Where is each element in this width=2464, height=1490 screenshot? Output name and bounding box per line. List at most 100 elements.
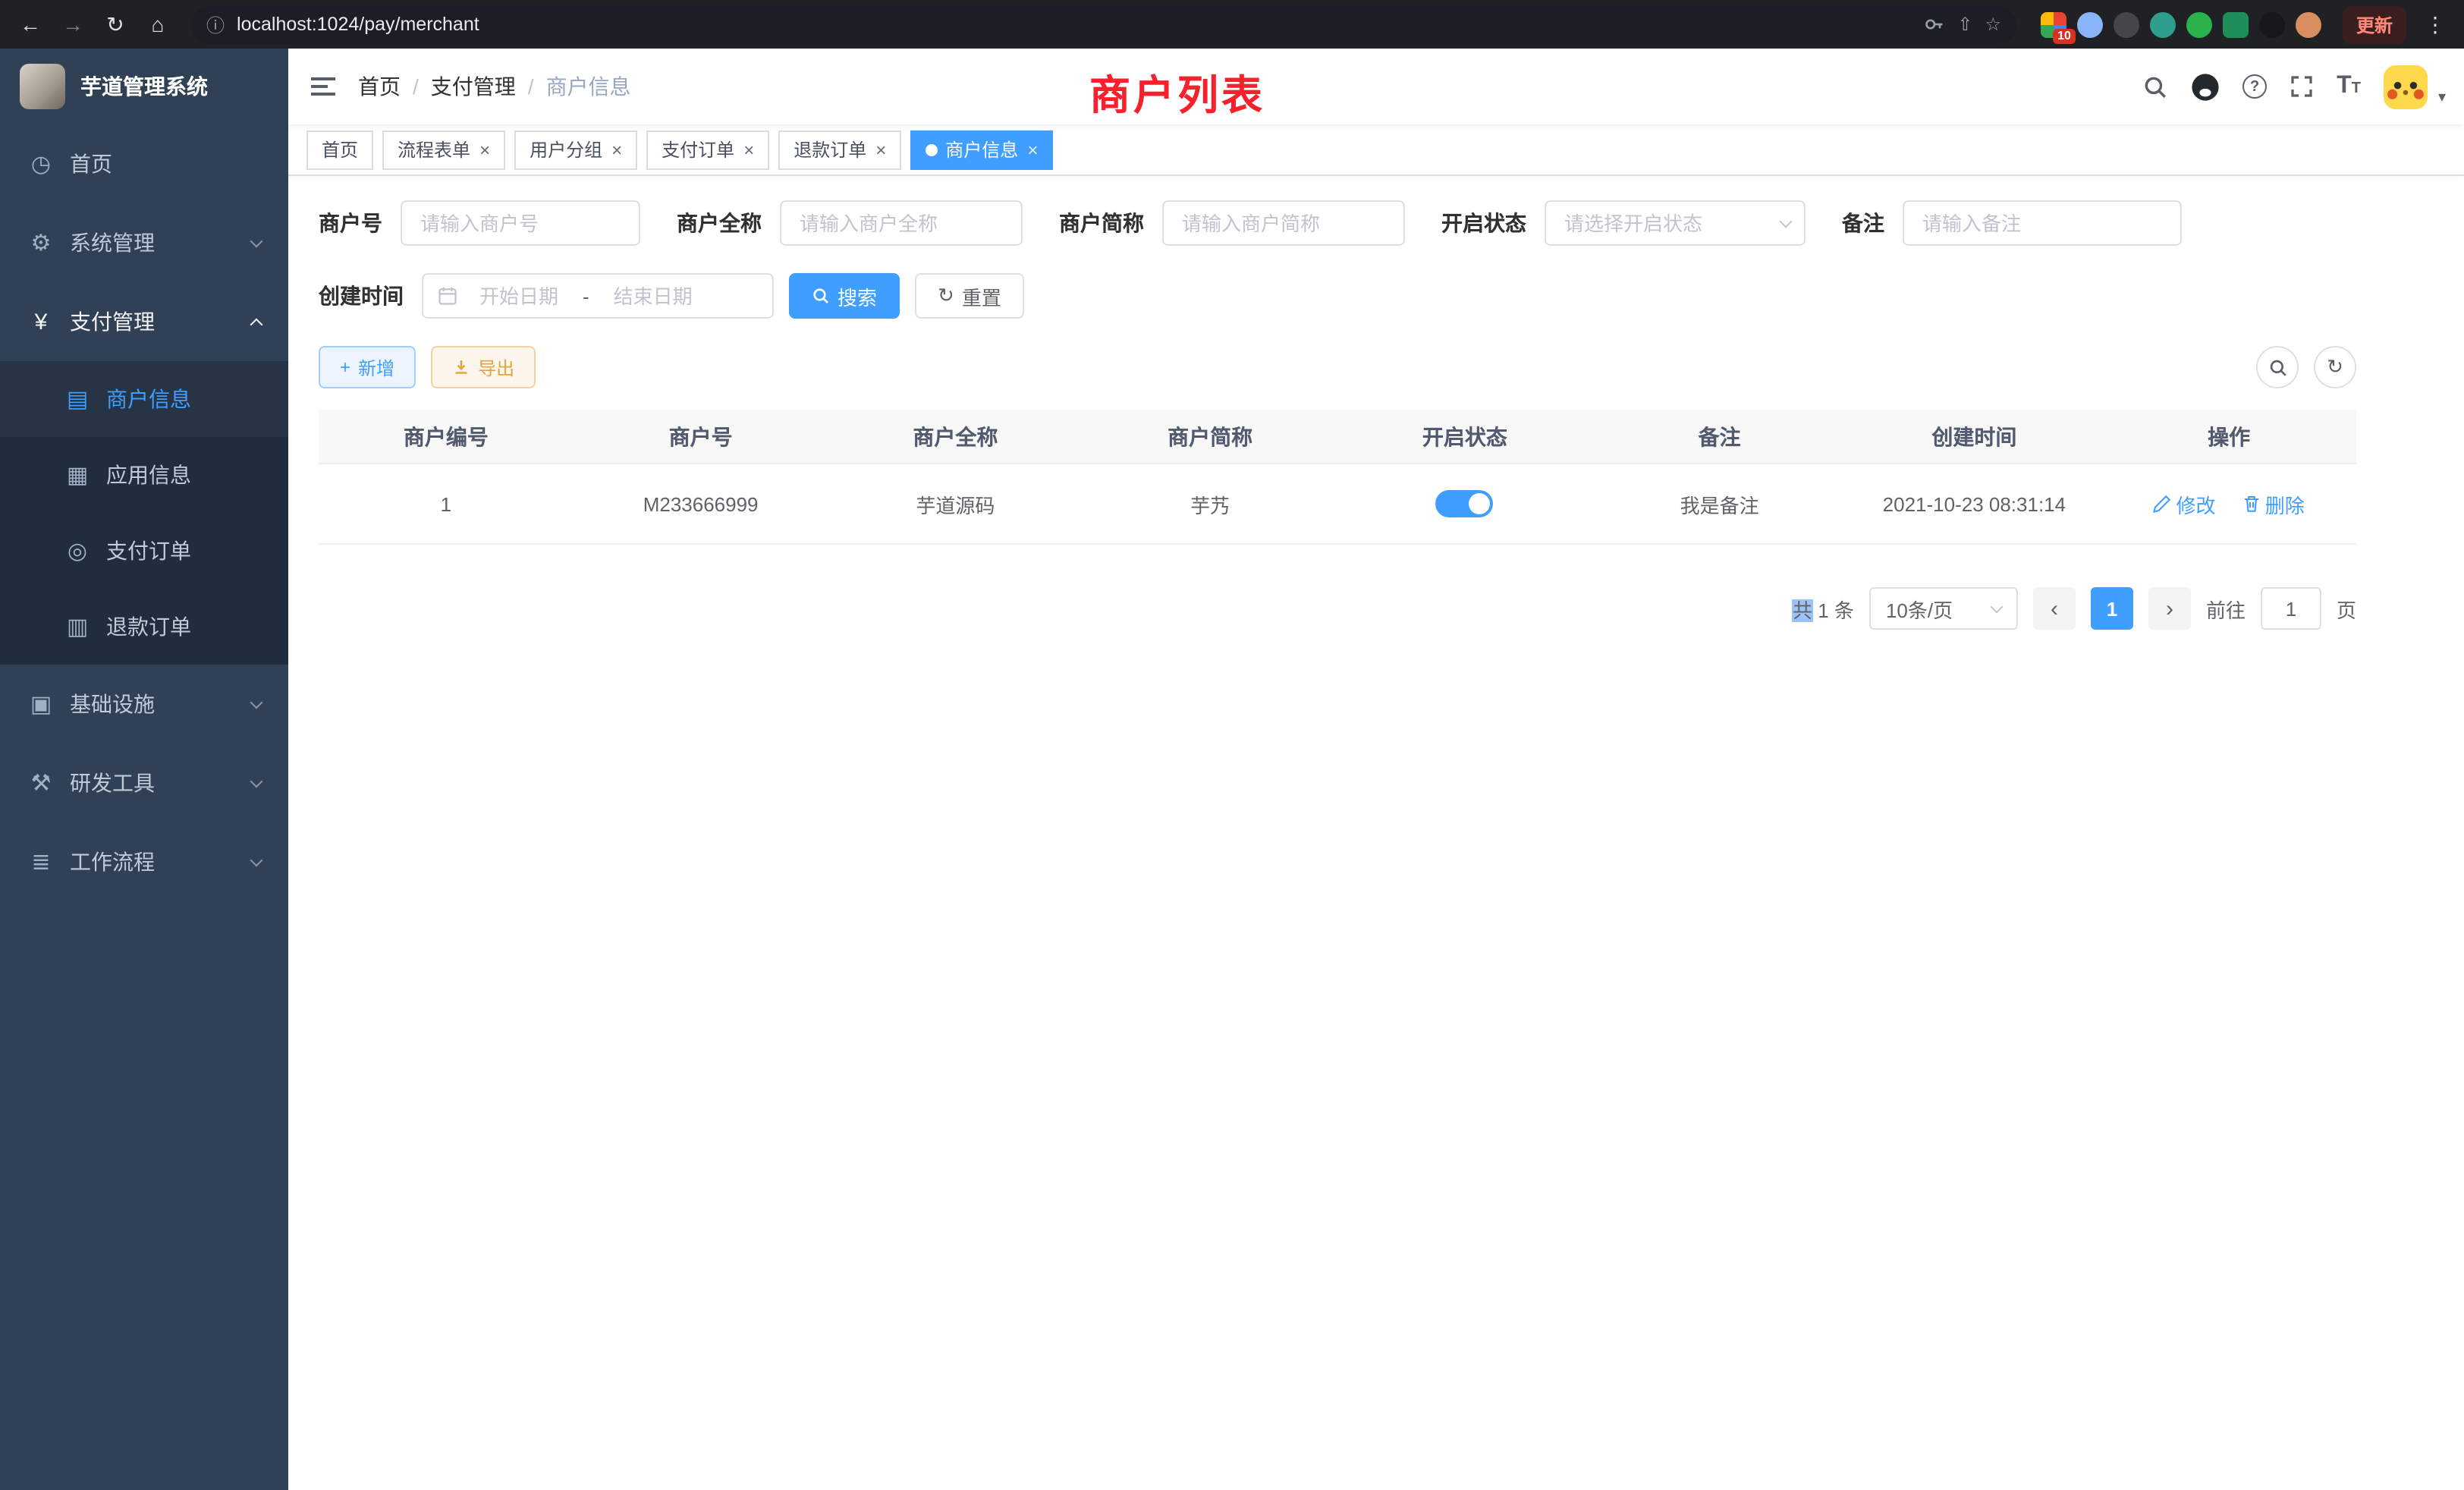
total-text: 共 1 条 bbox=[1793, 594, 1854, 623]
sidebar-item-pay-order[interactable]: ◎ 支付订单 bbox=[0, 513, 288, 589]
merchant-no-input[interactable] bbox=[401, 200, 640, 246]
tab-label: 支付订单 bbox=[662, 137, 734, 162]
menu-label: 应用信息 bbox=[106, 460, 191, 490]
merchant-name-input[interactable] bbox=[780, 200, 1023, 246]
profile-avatar-icon[interactable] bbox=[2296, 11, 2321, 37]
fullscreen-icon[interactable] bbox=[2290, 74, 2314, 99]
extension-drop-icon[interactable] bbox=[2077, 11, 2103, 37]
field-label: 商户全称 bbox=[677, 208, 762, 238]
avatar-caret-icon[interactable]: ▾ bbox=[2438, 89, 2446, 105]
site-info-icon[interactable]: ⓘ bbox=[206, 11, 225, 37]
close-icon[interactable]: × bbox=[1026, 140, 1038, 159]
sidebar-item-payment[interactable]: ¥ 支付管理 bbox=[0, 282, 288, 361]
payment-submenu: ▤ 商户信息 ▦ 应用信息 ◎ 支付订单 ▥ 退款订单 bbox=[0, 361, 288, 665]
hamburger-icon[interactable] bbox=[288, 77, 358, 96]
toolbar-right: ↻ bbox=[2256, 346, 2356, 388]
extension-green-icon[interactable] bbox=[2186, 11, 2212, 37]
gear-icon: ⚙ bbox=[27, 229, 55, 256]
user-avatar[interactable] bbox=[2384, 64, 2428, 108]
status-toggle[interactable] bbox=[1436, 490, 1494, 517]
extension-avatar-icon[interactable] bbox=[2150, 11, 2176, 37]
sidebar-item-home[interactable]: ◷ 首页 bbox=[0, 124, 288, 203]
help-icon[interactable]: ? bbox=[2242, 74, 2267, 99]
tab-refund-order[interactable]: 退款订单 × bbox=[778, 130, 901, 169]
tab-label: 流程表单 bbox=[398, 137, 470, 162]
breadcrumb-home[interactable]: 首页 bbox=[358, 71, 401, 102]
browser-home-icon[interactable]: ⌂ bbox=[140, 6, 176, 42]
search-icon[interactable] bbox=[2142, 74, 2168, 99]
bookmark-star-icon[interactable]: ☆ bbox=[1985, 14, 2001, 35]
chevron-down-icon bbox=[250, 853, 263, 866]
toggle-search-button[interactable] bbox=[2256, 346, 2299, 388]
close-icon[interactable]: × bbox=[874, 140, 886, 159]
end-date-input[interactable] bbox=[599, 284, 708, 307]
next-page-button[interactable]: › bbox=[2148, 587, 2191, 630]
browser-menu-icon[interactable]: ⋮ bbox=[2418, 11, 2452, 37]
sidebar-item-devtools[interactable]: ⚒ 研发工具 bbox=[0, 743, 288, 822]
delete-link[interactable]: 删除 bbox=[2242, 489, 2305, 518]
start-date-input[interactable] bbox=[464, 284, 574, 307]
date-range-picker[interactable]: - bbox=[422, 273, 774, 319]
tab-merchant-info[interactable]: 商户信息 × bbox=[910, 130, 1053, 169]
prev-page-button[interactable]: ‹ bbox=[2033, 587, 2076, 630]
export-button[interactable]: 导出 bbox=[431, 346, 536, 388]
cell-status bbox=[1337, 490, 1592, 517]
target-icon: ◎ bbox=[64, 537, 91, 564]
browser-chrome: ← → ↻ ⌂ ⓘ localhost:1024/pay/merchant ⇧ … bbox=[0, 0, 2464, 49]
status-select[interactable] bbox=[1545, 200, 1806, 246]
column-header: 操作 bbox=[2101, 421, 2356, 451]
extensions-icon[interactable]: 10 bbox=[2041, 11, 2066, 37]
breadcrumb-current: 商户信息 bbox=[546, 71, 631, 102]
goto-page-input[interactable] bbox=[2261, 587, 2321, 630]
sidebar-item-system[interactable]: ⚙ 系统管理 bbox=[0, 203, 288, 282]
chrome-update-button[interactable]: 更新 bbox=[2343, 5, 2406, 43]
search-button[interactable]: 搜索 bbox=[789, 273, 900, 319]
refresh-button[interactable]: ↻ bbox=[2314, 346, 2356, 388]
tab-pay-order[interactable]: 支付订单 × bbox=[646, 130, 769, 169]
document-icon: ▥ bbox=[64, 613, 91, 640]
extension-icon-dark[interactable] bbox=[2114, 11, 2139, 37]
reset-button[interactable]: ↻ 重置 bbox=[915, 273, 1024, 319]
chevron-down-icon bbox=[250, 234, 263, 247]
extension-dark-icon[interactable] bbox=[2259, 11, 2285, 37]
breadcrumb-payment[interactable]: 支付管理 bbox=[431, 71, 516, 102]
browser-forward-icon[interactable]: → bbox=[55, 6, 91, 42]
remark-input[interactable] bbox=[1903, 200, 2182, 246]
tab-label: 首页 bbox=[322, 137, 358, 162]
close-icon[interactable]: × bbox=[742, 140, 754, 159]
edit-link[interactable]: 修改 bbox=[2153, 489, 2215, 518]
tab-user-group[interactable]: 用户分组 × bbox=[514, 130, 637, 169]
address-bar[interactable]: ⓘ localhost:1024/pay/merchant ⇧ ☆ bbox=[191, 5, 2016, 43]
sidebar-item-infrastructure[interactable]: ▣ 基础设施 bbox=[0, 665, 288, 743]
page-size-select[interactable]: 10条/页 bbox=[1869, 587, 2018, 630]
toolbar: + 新增 导出 ↻ bbox=[319, 346, 2356, 388]
breadcrumb: 首页 / 支付管理 / 商户信息 bbox=[358, 71, 631, 102]
sidebar-item-app-info[interactable]: ▦ 应用信息 bbox=[0, 437, 288, 513]
close-icon[interactable]: × bbox=[478, 140, 490, 159]
extension-sheet-icon[interactable] bbox=[2223, 11, 2249, 37]
pagination: 共 1 条 10条/页 ‹ 1 › 前往 页 bbox=[319, 587, 2356, 630]
tab-home[interactable]: 首页 bbox=[306, 130, 373, 169]
password-key-icon[interactable] bbox=[1924, 14, 1945, 35]
browser-back-icon[interactable]: ← bbox=[12, 6, 49, 42]
filter-merchant-name: 商户全称 bbox=[677, 200, 1023, 246]
sidebar-item-refund-order[interactable]: ▥ 退款订单 bbox=[0, 589, 288, 665]
app-logo[interactable]: 芋道管理系统 bbox=[0, 49, 288, 124]
browser-reload-icon[interactable]: ↻ bbox=[97, 6, 134, 42]
merchant-short-name-input[interactable] bbox=[1162, 200, 1405, 246]
plus-icon: + bbox=[340, 357, 350, 378]
column-header: 备注 bbox=[1592, 421, 1847, 451]
share-icon[interactable]: ⇧ bbox=[1957, 14, 1972, 35]
chevron-down-icon bbox=[250, 775, 263, 787]
filter-merchant-short-name: 商户简称 bbox=[1059, 200, 1405, 246]
tab-process-form[interactable]: 流程表单 × bbox=[382, 130, 505, 169]
status-select-input[interactable] bbox=[1545, 200, 1806, 246]
sidebar-item-workflow[interactable]: ≣ 工作流程 bbox=[0, 822, 288, 901]
font-size-icon[interactable]: TT bbox=[2337, 74, 2361, 99]
url-text[interactable]: localhost:1024/pay/merchant bbox=[237, 14, 1912, 35]
sidebar-item-merchant-info[interactable]: ▤ 商户信息 bbox=[0, 361, 288, 437]
github-icon[interactable] bbox=[2191, 72, 2220, 101]
current-page[interactable]: 1 bbox=[2091, 587, 2133, 630]
add-button[interactable]: + 新增 bbox=[319, 346, 416, 388]
close-icon[interactable]: × bbox=[610, 140, 622, 159]
